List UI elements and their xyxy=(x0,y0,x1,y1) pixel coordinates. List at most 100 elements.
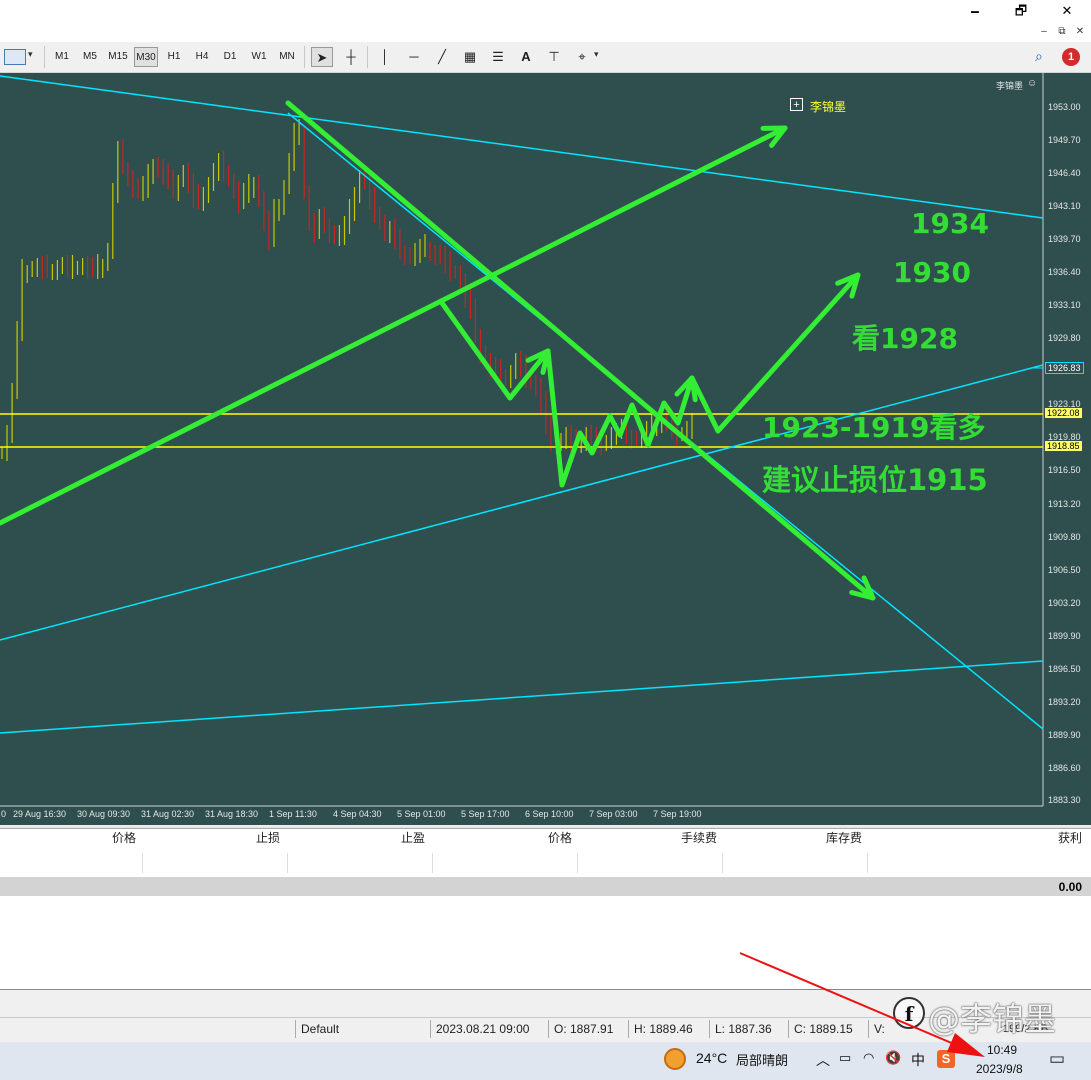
timeframe-h1[interactable]: H1 xyxy=(164,47,184,67)
price-tick: 1889.90 xyxy=(1048,730,1081,740)
column-header-take-profit[interactable]: 止盈 xyxy=(345,829,425,847)
clock-time[interactable]: 10:49 xyxy=(987,1043,1017,1057)
terminal-panel xyxy=(0,828,1091,991)
search-icon[interactable]: ⌕ xyxy=(1035,48,1043,65)
date-tick: 5 Sep 17:00 xyxy=(461,809,510,819)
wifi-icon[interactable]: ◠ xyxy=(863,1050,874,1066)
window-title-bar xyxy=(0,0,1091,22)
column-header-commission[interactable]: 手续费 xyxy=(635,829,717,847)
mdi-minimize-button[interactable]: ‒ xyxy=(1036,24,1052,40)
timeframe-m30[interactable]: M30 xyxy=(134,47,158,67)
status-profile[interactable]: Default xyxy=(301,1021,339,1037)
date-tick: 6 Sep 10:00 xyxy=(525,809,574,819)
column-header-profit[interactable]: 获利 xyxy=(990,829,1082,847)
timeframe-m1[interactable]: M1 xyxy=(52,47,72,67)
timeframe-h4[interactable]: H4 xyxy=(192,47,212,67)
weather-description[interactable]: 局部晴朗 xyxy=(736,1050,788,1069)
crosshair-icon[interactable]: ┼ xyxy=(340,47,362,67)
green-arrow-down xyxy=(285,100,876,601)
battery-icon[interactable]: ▭ xyxy=(839,1050,851,1066)
taskbar xyxy=(0,1042,1091,1080)
volume-mute-icon[interactable]: 🔇 xyxy=(885,1050,901,1066)
timeframe-mn[interactable]: MN xyxy=(276,47,298,67)
level-label-1918: 1918.85 xyxy=(1045,441,1082,451)
date-tick: 29 Aug 16:30 xyxy=(13,809,67,819)
chevron-down-icon[interactable]: ▾ xyxy=(594,49,599,60)
price-tick: 1949.70 xyxy=(1048,135,1081,145)
mdi-close-button[interactable]: ✕ xyxy=(1072,24,1088,40)
trendline-icon[interactable]: ╱ xyxy=(431,47,453,67)
vertical-line-icon[interactable]: │ xyxy=(374,47,396,67)
notification-center-icon[interactable]: ▭ xyxy=(1049,1049,1065,1069)
cursor-icon[interactable]: ➤ xyxy=(311,47,333,67)
watermark: @李锦墨 xyxy=(928,1000,1057,1038)
channel-icon[interactable]: ▦ xyxy=(459,47,481,67)
chart-type-icon[interactable] xyxy=(4,49,26,65)
total-profit-value: 0.00 xyxy=(1058,880,1082,894)
text-label-icon[interactable]: ⊤ xyxy=(543,47,565,67)
notification-badge[interactable]: 1 xyxy=(1062,48,1080,66)
price-tick: 1946.40 xyxy=(1048,168,1081,178)
text-icon[interactable]: A xyxy=(515,47,537,67)
date-tick: 5 Sep 01:00 xyxy=(397,809,446,819)
chevron-down-icon[interactable]: ▾ xyxy=(28,49,33,60)
timeframe-d1[interactable]: D1 xyxy=(220,47,240,67)
status-low: L: 1887.36 xyxy=(715,1022,772,1036)
timeframe-m5[interactable]: M5 xyxy=(80,47,100,67)
mdi-restore-button[interactable]: ⧉ xyxy=(1054,24,1070,40)
column-header-price[interactable]: 价格 xyxy=(60,829,136,847)
fibonacci-icon[interactable]: ☰ xyxy=(487,47,509,67)
annotation-target-1930: 1930 xyxy=(893,256,971,289)
price-tick: 1913.20 xyxy=(1048,499,1081,509)
minimize-window-button[interactable]: 🗕 xyxy=(952,0,998,22)
annotation-target-1928: 看1928 xyxy=(852,322,958,355)
green-arrow-dip xyxy=(439,300,551,401)
column-header-stop-loss[interactable]: 止损 xyxy=(200,829,280,847)
status-high: H: 1889.46 xyxy=(634,1022,693,1036)
price-chart[interactable]: 李锦墨 ☺ + 李锦墨 1934 1930 看1928 1923-1919看多 … xyxy=(0,73,1091,825)
chevron-up-icon[interactable]: ︿ xyxy=(816,1050,830,1070)
timeframe-m15[interactable]: M15 xyxy=(106,47,130,67)
weather-icon[interactable] xyxy=(664,1048,686,1070)
chart-drawing xyxy=(0,73,1044,807)
column-header-close-price[interactable]: 价格 xyxy=(490,829,572,847)
date-tick: 31 Aug 18:30 xyxy=(205,809,259,819)
date-tick: 7 Sep 03:00 xyxy=(589,809,638,819)
price-tick: 1903.20 xyxy=(1048,598,1081,608)
balance-row xyxy=(0,877,1091,896)
price-tick: 1896.50 xyxy=(1048,664,1081,674)
status-open: O: 1887.91 xyxy=(554,1022,614,1036)
restore-window-button[interactable]: 🗗 xyxy=(998,0,1044,22)
date-tick: 1 Sep 11:30 xyxy=(269,809,317,819)
clock-date[interactable]: 2023/9/8 xyxy=(976,1062,1023,1076)
price-tick: 1933.10 xyxy=(1048,300,1081,310)
date-tick: 0 xyxy=(1,809,7,819)
price-tick: 1939.70 xyxy=(1048,234,1081,244)
close-window-button[interactable]: ✕ xyxy=(1044,0,1090,22)
shapes-icon[interactable]: ⌖ xyxy=(571,47,593,67)
annotation-target-1934: 1934 xyxy=(911,207,989,240)
price-tick: 1883.30 xyxy=(1048,795,1081,805)
timeframe-w1[interactable]: W1 xyxy=(248,47,270,67)
chart-signature: 李锦墨 xyxy=(996,81,1024,91)
price-tick: 1929.80 xyxy=(1048,333,1081,343)
price-tick: 1899.90 xyxy=(1048,631,1081,641)
smiley-icon: ☺ xyxy=(1027,78,1038,89)
status-close: C: 1889.15 xyxy=(794,1022,853,1036)
annotation-buy-zone: 1923-1919看多 xyxy=(762,411,986,444)
date-tick: 31 Aug 02:30 xyxy=(141,809,195,819)
price-tick: 1953.00 xyxy=(1048,102,1081,112)
chart-object-label: 李锦墨 xyxy=(810,100,847,114)
horizontal-line-icon[interactable]: ─ xyxy=(403,47,425,67)
expand-icon[interactable]: + xyxy=(790,98,803,111)
sogou-input-icon[interactable]: S xyxy=(937,1050,955,1068)
trendline-upper xyxy=(0,75,1044,219)
ime-indicator[interactable]: 中 xyxy=(911,1050,925,1070)
status-datetime: 2023.08.21 09:00 xyxy=(436,1022,530,1036)
column-header-swap[interactable]: 库存费 xyxy=(780,829,862,847)
green-arrow-zigzag xyxy=(545,348,695,488)
weather-temperature[interactable]: 24°C xyxy=(696,1050,727,1066)
price-tick: 1943.10 xyxy=(1048,201,1081,211)
price-tick: 1893.20 xyxy=(1048,697,1081,707)
annotation-stop-loss: 建议止损位1915 xyxy=(762,463,988,497)
